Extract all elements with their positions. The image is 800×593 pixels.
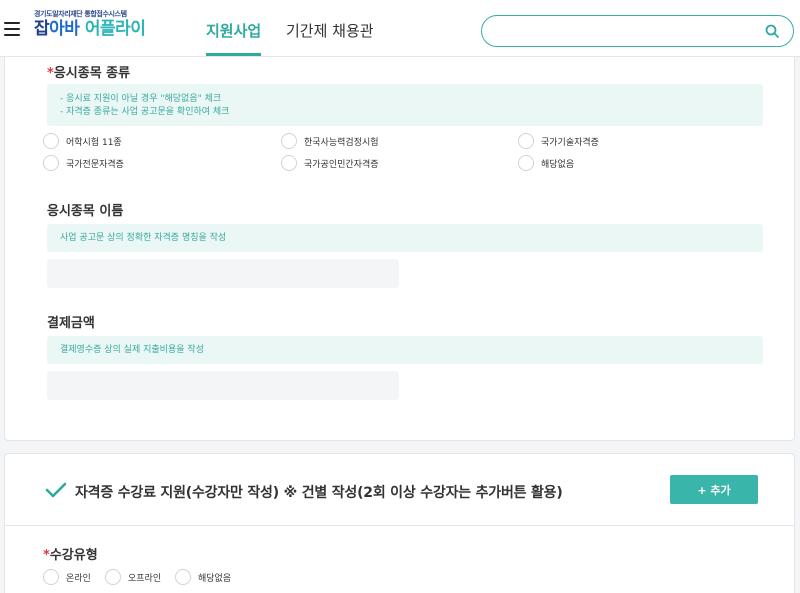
site-logo[interactable]: 경기도일자리재단 통합접수시스템 잡아바 어플라이 (34, 9, 174, 45)
payment-title: 결제금액 (47, 316, 95, 331)
add-button[interactable]: + 추가 (670, 475, 758, 504)
info-line: - 응시료 지원이 아닐 경우 "해당없음" 체크 (60, 94, 222, 104)
logo-title: 잡아바 어플라이 (34, 19, 146, 39)
exam-type-info-box: - 응시료 지원이 아닐 경우 "해당없음" 체크 - 자격증 종류는 사업 공… (47, 84, 763, 126)
divider (5, 525, 794, 526)
search-icon[interactable] (765, 24, 779, 38)
exam-type-title: *응시종목 종류 (47, 66, 131, 81)
search-input[interactable] (494, 22, 754, 40)
top-header: 경기도일자리재단 통합접수시스템 잡아바 어플라이 지원사업 기간제 채용관 (0, 0, 800, 57)
payment-info-box: 결제영수증 상의 실제 지출비용을 작성 (47, 336, 763, 364)
info-line: - 자격증 종류는 사업 공고문을 확인하여 체크 (60, 107, 230, 117)
application-form-card: *응시종목 종류 - 응시료 지원이 아닐 경우 "해당없음" 체크 - 자격증… (4, 40, 795, 441)
course-type-title: *수강유형 (43, 548, 98, 563)
exam-name-info-box: 사업 공고문 상의 정확한 자격증 명칭을 작성 (47, 224, 763, 252)
check-icon (45, 482, 67, 498)
tuition-support-title: 자격증 수강료 지원(수강자만 작성) ※ 건별 작성(2회 이상 수강자는 추… (75, 485, 563, 501)
search-box (481, 15, 794, 47)
payment-amount-input[interactable] (47, 371, 399, 400)
nav-tab-fixed-term-jobs[interactable]: 기간제 채용관 (286, 20, 374, 41)
exam-name-input[interactable] (47, 259, 399, 288)
logo-subtitle: 경기도일자리재단 통합접수시스템 (34, 10, 127, 18)
hamburger-menu-icon[interactable] (4, 22, 20, 36)
nav-tab-support-program[interactable]: 지원사업 (206, 20, 262, 56)
tuition-support-card: 자격증 수강료 지원(수강자만 작성) ※ 건별 작성(2회 이상 수강자는 추… (4, 453, 795, 593)
exam-name-title: 응시종목 이름 (47, 204, 124, 219)
